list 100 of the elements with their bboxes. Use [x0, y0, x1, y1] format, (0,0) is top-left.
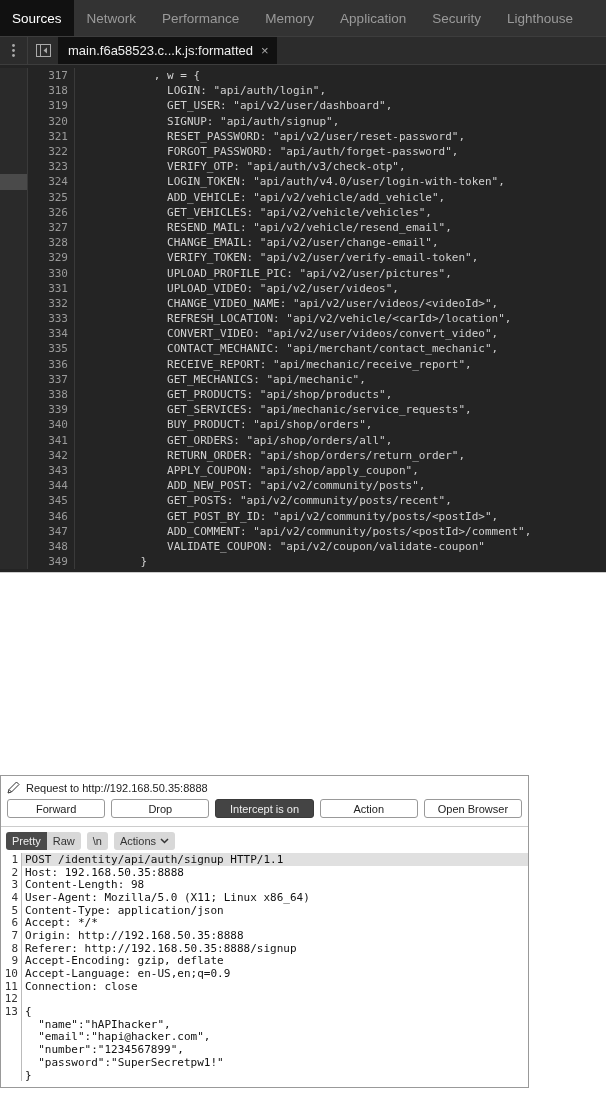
panel-tab[interactable]: Memory [252, 0, 328, 36]
code-line: VALIDATE_COUPON: "api/v2/coupon/validate-coupon" [166, 539, 485, 553]
code-line: LOGIN_TOKEN: "api/auth/v4.0/user/login-with-token", [166, 175, 505, 189]
code-line: , w = { [152, 69, 201, 83]
request-title: Request to http://192.168.50.35:8888 [26, 781, 208, 794]
request-line: Host: 192.168.50.35:8888 [24, 865, 185, 879]
request-line: "number":"1234567899", [37, 1043, 185, 1056]
more-options-icon[interactable] [12, 44, 15, 57]
file-name: main.f6a58523.c...k.js:formatted [68, 43, 253, 58]
code-line: GET_SERVICES: "api/mechanic/service_requests", [166, 403, 472, 417]
request-line: } [24, 1068, 33, 1082]
line-number: 2 [1, 865, 22, 879]
view-tab[interactable]: Raw [46, 832, 81, 850]
pencil-icon [7, 781, 20, 794]
request-line: Accept: */* [24, 916, 99, 930]
code-line: RESEND_MAIL: "api/v2/vehicle/resend_email", [166, 220, 452, 234]
line-number: 322 [28, 143, 75, 160]
code-line: APPLY_COUPON: "api/shop/apply_coupon", [166, 463, 419, 477]
request-line: Content-Length: 98 [24, 878, 146, 892]
request-line: Content-Type: application/json [24, 903, 225, 917]
panel-tab[interactable]: Sources [0, 0, 74, 36]
code-line: GET_MECHANICS: "api/mechanic", [166, 372, 366, 386]
line-number: 320 [28, 113, 75, 129]
line-number: 8 [1, 941, 22, 955]
line-number: 347 [28, 523, 75, 539]
code-line: CONVERT_VIDEO: "api/v2/user/videos/convert_video", [166, 327, 499, 341]
code-line: GET_POST_BY_ID: "api/v2/community/posts/<postId>", [166, 509, 499, 523]
intercept-action-button[interactable]: Action [319, 799, 418, 818]
line-number: 326 [28, 204, 75, 220]
line-number: 318 [28, 83, 75, 99]
panel-tab[interactable]: Performance [149, 0, 253, 36]
line-number: 334 [28, 326, 75, 342]
code-line: GET_POSTS: "api/v2/community/posts/recent", [166, 494, 452, 508]
line-number: 11 [1, 979, 22, 993]
code-line: UPLOAD_VIDEO: "api/v2/user/videos", [166, 281, 399, 295]
line-number: 317 [28, 68, 75, 84]
line-number: 324 [28, 174, 75, 190]
intercept-action-button[interactable]: Open Browser [423, 799, 522, 818]
line-number: 339 [28, 402, 75, 418]
code-line: GET_VEHICLES: "api/v2/vehicle/vehicles", [166, 205, 432, 219]
line-number: 9 [1, 954, 22, 968]
code-line: VERIFY_OTP: "api/auth/v3/check-otp", [166, 160, 406, 174]
line-number: 7 [1, 929, 22, 942]
code-line: LOGIN: "api/auth/login", [166, 84, 327, 98]
code-line: ADD_COMMENT: "api/v2/community/posts/<postId>/comment", [166, 524, 532, 538]
line-number: 325 [28, 189, 75, 205]
code-line: FORGOT_PASSWORD: "api/auth/forget-password", [166, 145, 459, 159]
line-number: 341 [28, 432, 75, 448]
line-number: 332 [28, 295, 75, 311]
intercept-action-button[interactable]: Forward [7, 799, 106, 818]
panel-tab[interactable]: Lighthouse [493, 0, 586, 36]
line-number: 349 [28, 554, 75, 570]
code-line: VERIFY_TOKEN: "api/v2/user/verify-email-token", [166, 251, 479, 265]
line-number: 330 [28, 265, 75, 281]
actions-dropdown[interactable]: Actions [113, 832, 175, 850]
intercept-action-button[interactable]: Intercept is on [215, 799, 314, 818]
code-line: RECEIVE_REPORT: "api/mechanic/receive_report", [166, 357, 472, 371]
newline-toggle[interactable]: \n [86, 832, 108, 850]
line-number: 327 [28, 219, 75, 236]
request-line: "name":"hAPIhacker", [37, 1017, 172, 1031]
line-number: 331 [28, 280, 75, 296]
request-line: "password":"SuperSecretpw1!" [37, 1056, 225, 1069]
line-number: 335 [28, 341, 75, 357]
request-line: Referer: http://192.168.50.35:8888/signup [24, 941, 298, 955]
line-number: 4 [1, 891, 22, 904]
line-number: 10 [1, 967, 22, 980]
request-line: { [24, 1005, 33, 1018]
line-number: 12 [1, 992, 22, 1006]
code-line: } [139, 555, 148, 569]
panel-tab[interactable]: Security [419, 0, 494, 36]
code-line: CHANGE_VIDEO_NAME: "api/v2/user/videos/<videoId>", [166, 296, 499, 310]
chevron-down-icon [160, 838, 169, 844]
code-line: SIGNUP: "api/auth/signup", [166, 114, 340, 128]
line-number: 345 [28, 493, 75, 509]
code-line: GET_USER: "api/v2/user/dashboard", [166, 99, 393, 113]
line-number: 337 [28, 371, 75, 387]
request-line: User-Agent: Mozilla/5.0 (X11; Linux x86_64) [24, 891, 311, 904]
file-tab[interactable]: main.f6a58523.c...k.js:formatted × [58, 37, 277, 64]
code-line: CONTACT_MECHANIC: "api/merchant/contact_mechanic", [166, 342, 499, 356]
panel-tab[interactable]: Network [73, 0, 150, 36]
code-line: ADD_VEHICLE: "api/v2/vehicle/add_vehicle", [166, 190, 446, 204]
code-line: GET_ORDERS: "api/shop/orders/all", [166, 433, 393, 447]
panel-tab[interactable]: Application [327, 0, 420, 36]
line-number: 340 [28, 417, 75, 433]
view-tab[interactable]: Pretty [6, 832, 47, 850]
line-number: 343 [28, 462, 75, 479]
sidebar-toggle-icon[interactable] [35, 44, 51, 57]
close-tab-button[interactable]: × [261, 43, 269, 58]
line-number: 319 [28, 98, 75, 114]
line-number: 3 [1, 878, 22, 892]
line-number: 13 [1, 1005, 22, 1018]
line-number: 342 [28, 447, 75, 463]
line-number: 6 [1, 916, 22, 930]
line-number: 323 [28, 159, 75, 175]
intercept-action-button[interactable]: Drop [111, 799, 210, 818]
code-line: ADD_NEW_POST: "api/v2/community/posts", [166, 479, 426, 493]
line-number: 346 [28, 508, 75, 524]
request-line: Connection: close [24, 979, 139, 993]
request-line: Origin: http://192.168.50.35:8888 [24, 929, 245, 942]
code-line: GET_PRODUCTS: "api/shop/products", [166, 388, 393, 402]
